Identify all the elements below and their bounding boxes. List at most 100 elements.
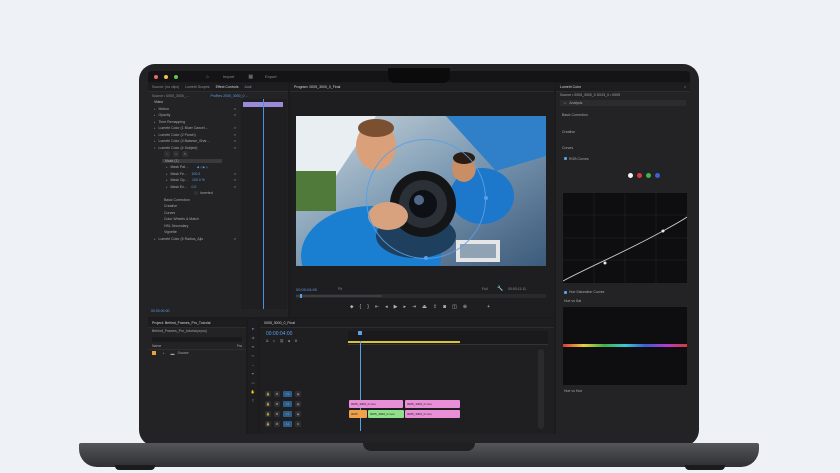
- rectangle-mask-icon[interactable]: □: [173, 151, 179, 158]
- timeline-clip[interactable]: 0005_3000_0.mov: [349, 400, 403, 408]
- reset-icon[interactable]: ↺: [233, 178, 236, 182]
- mask-opacity-value[interactable]: 100.0 %: [192, 178, 205, 182]
- mute-icon[interactable]: M: [295, 421, 301, 427]
- lift-icon[interactable]: ⏏: [422, 304, 427, 310]
- timeline-clip[interactable]: 0005_3000_0.mov: [405, 410, 460, 418]
- disclosure-triangle-icon[interactable]: ▸: [154, 120, 156, 124]
- lumetri-section[interactable]: Creative: [556, 129, 690, 136]
- effect-controls-timeline[interactable]: [241, 99, 287, 309]
- pen-mask-icon[interactable]: ✎: [182, 151, 188, 158]
- disclosure-triangle-icon[interactable]: ▸: [154, 113, 156, 117]
- hand-tool-icon[interactable]: ✋: [251, 390, 255, 394]
- reset-icon[interactable]: ↺: [233, 237, 236, 241]
- sync-lock-icon[interactable]: ⇄: [274, 401, 280, 407]
- blue-channel-button[interactable]: [655, 173, 660, 178]
- disclosure-triangle-icon[interactable]: ▸: [166, 165, 168, 169]
- comparison-view-icon[interactable]: ◫: [452, 304, 457, 310]
- lock-track-icon[interactable]: 🔒: [265, 401, 271, 407]
- track-target-v2[interactable]: V2: [283, 401, 292, 407]
- quality-select[interactable]: Full: [482, 287, 488, 291]
- disclosure-triangle-icon[interactable]: ▸: [154, 126, 156, 130]
- red-channel-button[interactable]: [637, 173, 642, 178]
- bin-row[interactable]: ▸ ▬ Source: [148, 350, 246, 357]
- wrench-icon[interactable]: 🔧: [497, 286, 503, 292]
- playhead-line[interactable]: [263, 99, 264, 309]
- tab-project[interactable]: Project: Behind_Frames_Pro_Tutorial: [152, 321, 210, 325]
- lock-track-icon[interactable]: 🔒: [265, 411, 271, 417]
- disclosure-triangle-icon[interactable]: ▸: [166, 178, 168, 182]
- step-forward-icon[interactable]: ▸: [403, 304, 406, 310]
- tab-source[interactable]: Source: (no clips): [152, 85, 179, 89]
- disclosure-triangle-icon[interactable]: ▸: [154, 139, 156, 143]
- hue-vs-sat-graph[interactable]: [563, 307, 687, 385]
- reset-icon[interactable]: ↺: [233, 126, 236, 130]
- disclosure-triangle-icon[interactable]: ▸: [163, 351, 165, 355]
- mask-feather-value[interactable]: 100.0: [191, 172, 200, 176]
- hue-sat-curves-row[interactable]: Hue Saturation Curves: [558, 289, 686, 296]
- white-channel-button[interactable]: [628, 173, 633, 178]
- rectangle-tool-icon[interactable]: ▭: [251, 381, 254, 385]
- timeline-ruler[interactable]: [348, 331, 548, 345]
- zoom-select[interactable]: Fit: [338, 287, 342, 291]
- fx-icon[interactable]: fx: [564, 101, 566, 105]
- mask-handle[interactable]: [484, 196, 488, 200]
- reset-icon[interactable]: ↺: [233, 133, 236, 137]
- play-icon[interactable]: ▶: [394, 304, 398, 310]
- track-target-a1[interactable]: A1: [283, 421, 292, 427]
- step-back-icon[interactable]: ◂: [385, 304, 388, 310]
- tab-timeline-sequence[interactable]: 0005_3000_0_Final: [264, 321, 295, 325]
- work-area-bar[interactable]: [348, 341, 460, 343]
- program-timecode-current[interactable]: 00:00:04:00: [296, 287, 317, 292]
- lumetri-preset-row[interactable]: fx Analysis: [560, 99, 686, 106]
- disclosure-triangle-icon[interactable]: ▸: [154, 107, 156, 111]
- timeline-clip[interactable]: 0005: [349, 410, 367, 418]
- track-target-v3[interactable]: V3: [283, 391, 292, 397]
- ellipse-mask-outline[interactable]: [366, 139, 486, 259]
- rgb-curves-checkbox[interactable]: [564, 157, 567, 161]
- rgb-curves-row[interactable]: RGB Curves: [556, 156, 690, 163]
- reset-icon[interactable]: ↺: [233, 113, 236, 117]
- disclosure-triangle-icon[interactable]: ▸: [154, 133, 156, 137]
- razor-tool-icon[interactable]: ✂: [252, 354, 255, 358]
- reset-icon[interactable]: ↺: [233, 172, 236, 176]
- sync-lock-icon[interactable]: ⇄: [274, 421, 280, 427]
- home-icon[interactable]: ⌂: [206, 74, 209, 80]
- timeline-clip[interactable]: 0005_3000_0.mov: [368, 410, 404, 418]
- inverted-checkbox[interactable]: [194, 191, 198, 196]
- timeline-clip[interactable]: 0005_3000_0.mov: [405, 400, 460, 408]
- reset-icon[interactable]: ↺: [233, 185, 236, 189]
- reset-icon[interactable]: ↺: [233, 146, 236, 150]
- selection-tool-icon[interactable]: ➤: [252, 327, 255, 331]
- mask-track-controls[interactable]: ◀ ◁ ▶ ▷: [197, 165, 209, 169]
- ellipse-mask-icon[interactable]: ○: [164, 151, 170, 158]
- vr-video-icon[interactable]: ⊕: [463, 304, 467, 310]
- linked-selection-icon[interactable]: ⛓: [279, 339, 283, 343]
- tab-lumetri-color[interactable]: Lumetri Color: [560, 85, 581, 89]
- maximize-window-button[interactable]: [174, 74, 178, 79]
- column-name[interactable]: Name: [152, 344, 161, 348]
- mask-expansion-value[interactable]: 0.0: [191, 185, 196, 189]
- timeline-timecode[interactable]: 00:00:04:00: [266, 331, 292, 337]
- mark-in-icon[interactable]: {: [360, 304, 362, 310]
- go-to-in-icon[interactable]: ⇤: [375, 304, 379, 310]
- pen-tool-icon[interactable]: ✒: [252, 372, 255, 376]
- reset-icon[interactable]: ↺: [233, 107, 236, 111]
- lock-track-icon[interactable]: 🔒: [265, 391, 271, 397]
- project-search-input[interactable]: [152, 336, 242, 342]
- column-frame-rate[interactable]: Fra: [237, 344, 242, 348]
- slip-tool-icon[interactable]: ↔: [251, 363, 255, 367]
- disclosure-triangle-icon[interactable]: ▾: [154, 146, 156, 150]
- eye-icon[interactable]: ◉: [295, 401, 301, 407]
- add-button-icon[interactable]: +: [487, 304, 490, 310]
- effect-controls-timecode[interactable]: 00:00:00:00: [151, 309, 170, 313]
- disclosure-triangle-icon[interactable]: ▸: [166, 185, 168, 189]
- ripple-edit-tool-icon[interactable]: ⇹: [252, 345, 255, 349]
- timeline-settings-icon[interactable]: ⚙: [294, 339, 297, 343]
- program-video-frame[interactable]: [296, 116, 546, 266]
- disclosure-triangle-icon[interactable]: ▸: [154, 237, 156, 241]
- timeline-vertical-scrollbar[interactable]: [538, 349, 544, 429]
- go-to-out-icon[interactable]: ⇥: [412, 304, 416, 310]
- extract-icon[interactable]: ⇪: [433, 304, 437, 310]
- sync-lock-icon[interactable]: ⇄: [274, 391, 280, 397]
- mark-out-icon[interactable]: }: [367, 304, 369, 310]
